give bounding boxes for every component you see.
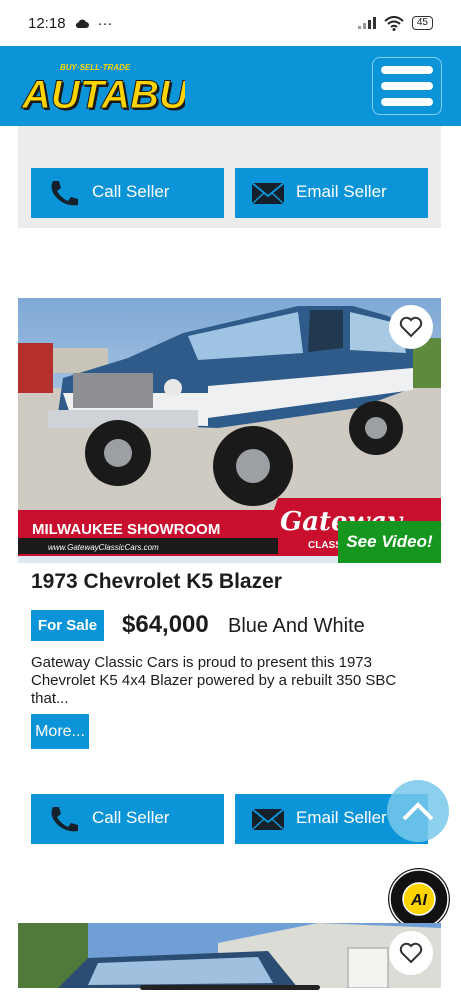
menu-icon-bar — [381, 66, 433, 74]
listing-color: Blue And White — [228, 615, 365, 637]
call-seller-label: Call Seller — [92, 182, 170, 201]
call-seller-button[interactable]: Call Seller — [31, 168, 224, 218]
listing-price: $64,000 — [122, 611, 209, 638]
svg-text:AUTABUY: AUTABUY — [21, 73, 185, 116]
signal-icon — [357, 17, 376, 29]
email-seller-label: Email Seller — [296, 182, 387, 201]
menu-icon-bar — [381, 98, 433, 106]
autabuy-logo[interactable]: BUY·SELL·TRADE AUTABUY AUTABUY — [20, 58, 186, 116]
home-indicator[interactable] — [140, 985, 320, 990]
heart-icon — [399, 942, 423, 964]
ai-badge-graphic: AI — [389, 869, 449, 929]
listing-photo-next-image — [18, 923, 441, 988]
ai-smart-search-badge[interactable]: AI — [388, 868, 450, 930]
banner-url-text: www.GatewayClassicCars.com — [48, 543, 159, 552]
heart-icon — [399, 316, 423, 338]
favorite-button[interactable] — [389, 931, 433, 975]
phone-icon — [51, 181, 78, 206]
status-extra: ··· — [97, 14, 113, 32]
email-seller-label: Email Seller — [296, 808, 387, 827]
status-time: 12:18 — [28, 14, 66, 32]
listing-card-previous: Call Seller Email Seller — [18, 126, 441, 228]
battery-icon: 45 — [411, 16, 433, 30]
for-sale-badge: For Sale — [31, 610, 104, 641]
see-video-button[interactable]: See Video! — [338, 521, 441, 563]
ai-badge-text: AI — [410, 892, 428, 909]
status-bar: 12:18 ··· 45 — [0, 0, 461, 46]
listing-title[interactable]: 1973 Chevrolet K5 Blazer — [31, 570, 282, 594]
cloud-icon — [75, 19, 89, 28]
favorite-button[interactable] — [389, 305, 433, 349]
menu-button[interactable] — [372, 57, 442, 115]
call-seller-label: Call Seller — [92, 808, 170, 827]
listing-description: Gateway Classic Cars is proud to present… — [31, 654, 397, 707]
email-seller-button[interactable]: Email Seller — [235, 168, 428, 218]
wifi-icon — [384, 15, 404, 31]
banner-showroom-text: MILWAUKEE SHOWROOM — [32, 521, 220, 538]
call-seller-button[interactable]: Call Seller — [31, 794, 224, 844]
phone-icon — [51, 807, 78, 832]
listing-photo-next[interactable] — [18, 923, 441, 988]
site-header: BUY·SELL·TRADE AUTABUY AUTABUY — [0, 46, 461, 126]
mail-icon — [251, 808, 285, 831]
chevron-up-icon — [402, 802, 434, 821]
more-button[interactable]: More... — [31, 714, 89, 749]
menu-icon-bar — [381, 82, 433, 90]
scroll-to-top-button[interactable] — [387, 780, 449, 842]
mail-icon — [251, 182, 285, 205]
svg-text:BUY·SELL·TRADE: BUY·SELL·TRADE — [60, 63, 131, 72]
listing-photo[interactable]: MILWAUKEE SHOWROOM www.GatewayClassicCar… — [18, 298, 441, 563]
